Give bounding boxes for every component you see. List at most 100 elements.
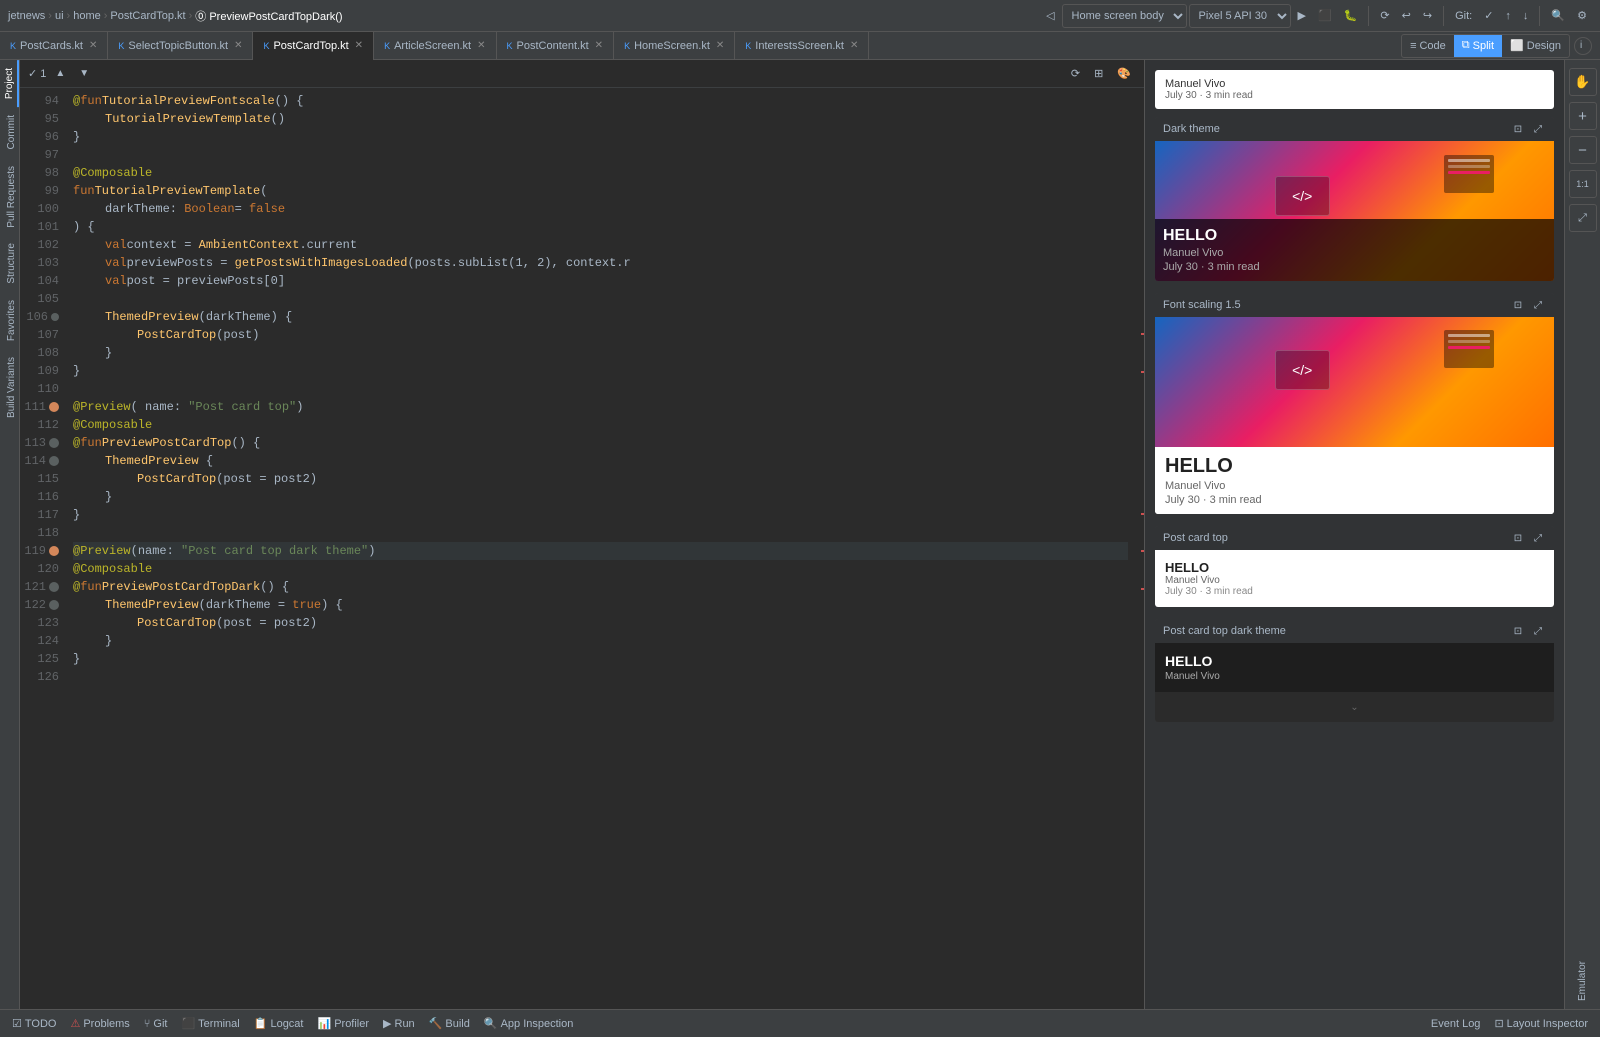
zoom-in-btn[interactable]: + (1569, 102, 1597, 130)
logcat-icon: 📋 (254, 1017, 268, 1030)
attach-btn[interactable]: 🐛 (1339, 7, 1363, 24)
sync-btn[interactable]: ⟳ (1375, 7, 1394, 24)
code-lines[interactable]: @fun TutorialPreviewFontscale() { Tutori… (65, 88, 1136, 1009)
run-up-btn[interactable]: ▲ (50, 66, 70, 81)
font-scaling-save-btn[interactable]: ⊡ (1510, 297, 1526, 313)
post-card-top-save-btn[interactable]: ⊡ (1510, 530, 1526, 546)
todo-btn[interactable]: ☑ TODO (8, 1015, 60, 1032)
structure-label[interactable]: Structure (0, 235, 19, 292)
marker-2 (1141, 371, 1144, 373)
font-scaling-card-image: </> (1155, 317, 1554, 447)
tab-homescreen-label: HomeScreen.kt (634, 40, 710, 52)
tab-postcards-close[interactable]: ✕ (89, 40, 97, 51)
zoom-reset-btn[interactable]: 1:1 (1569, 170, 1597, 198)
zoom-out-btn[interactable]: − (1569, 136, 1597, 164)
tab-postcardtop-close[interactable]: ✕ (355, 40, 363, 51)
tab-postcontent[interactable]: K PostContent.kt ✕ (497, 32, 615, 60)
undo-btn[interactable]: ↩ (1397, 7, 1416, 24)
profiler-btn[interactable]: 📊 Profiler (313, 1015, 373, 1032)
layout-inspector-btn[interactable]: ⊡ Layout Inspector (1490, 1015, 1592, 1032)
build-btn[interactable]: 🔨 Build (425, 1015, 474, 1032)
redo-btn[interactable]: ↪ (1418, 7, 1437, 24)
fit-screen-btn[interactable]: ⤢ (1569, 204, 1597, 232)
code-line-121: @fun PreviewPostCardTopDark() { (73, 578, 1128, 596)
font-scaling-label: Font scaling 1.5 (1163, 299, 1241, 311)
view-split-btn[interactable]: ⧉ Split (1454, 35, 1502, 57)
hand-tool-btn[interactable]: ✋ (1569, 68, 1597, 96)
tab-article[interactable]: K ArticleScreen.kt ✕ (374, 32, 496, 60)
preview-card-font-scaling: Font scaling 1.5 ⊡ ⤢ </> (1155, 293, 1554, 514)
stop-btn[interactable]: ⬛ (1313, 7, 1337, 24)
status-bar: ☑ TODO ⚠ Problems ⑂ Git ⬛ Terminal 📋 Log… (0, 1009, 1600, 1037)
favorites-label[interactable]: Favorites (0, 292, 19, 349)
tab-postcardtop[interactable]: K PostCardTop.kt ✕ (253, 32, 374, 60)
post-card-dark-expand-btn[interactable]: ⤢ (1530, 623, 1546, 639)
refresh-preview-btn[interactable]: ⟳ (1066, 65, 1085, 82)
settings-btn[interactable]: ⚙ (1572, 7, 1592, 24)
design-icon: ⬜ (1510, 39, 1524, 52)
search-btn[interactable]: 🔍 (1546, 7, 1570, 24)
info-btn[interactable]: i (1574, 37, 1592, 55)
device-selector[interactable]: Pixel 5 API 30 (1189, 4, 1291, 28)
logcat-btn[interactable]: 📋 Logcat (250, 1015, 308, 1032)
tab-selecttopic[interactable]: K SelectTopicButton.kt ✕ (108, 32, 253, 60)
tab-selecttopic-close[interactable]: ✕ (234, 40, 242, 51)
paint-btn[interactable]: 🎨 (1112, 65, 1136, 82)
terminal-btn[interactable]: ⬛ Terminal (177, 1015, 243, 1032)
view-code-btn[interactable]: ≡ Code (1402, 35, 1454, 57)
project-panel-label[interactable]: Project (0, 60, 19, 107)
tab-interestsscreen-close[interactable]: ✕ (850, 40, 858, 51)
tab-homescreen[interactable]: K HomeScreen.kt ✕ (614, 32, 735, 60)
pull-requests-label[interactable]: Pull Requests (0, 158, 19, 236)
post-card-top-expand-btn[interactable]: ⤢ (1530, 530, 1546, 546)
git-status-btn[interactable]: ⑂ Git (140, 1016, 172, 1032)
git-pull-btn[interactable]: ↓ (1518, 8, 1534, 24)
tab-postcards[interactable]: K PostCards.kt ✕ (0, 32, 108, 60)
run-status-btn[interactable]: ▶ Run (379, 1015, 419, 1032)
tab-postcardtop-icon: K (263, 41, 269, 51)
git-push-btn[interactable]: ↑ (1500, 8, 1516, 24)
font-scaling-card-body: </> HELLO Manuel Vivo July 30 · 3 min re… (1155, 317, 1554, 514)
preview-selector[interactable]: Home screen body (1062, 4, 1187, 28)
tab-selecttopic-label: SelectTopicButton.kt (128, 40, 228, 52)
font-scaling-title: HELLO (1165, 455, 1544, 478)
build-label: Build (445, 1018, 469, 1030)
font-scaling-expand-btn[interactable]: ⤢ (1530, 297, 1546, 313)
tab-homescreen-close[interactable]: ✕ (716, 40, 724, 51)
view-design-btn[interactable]: ⬜ Design (1502, 35, 1569, 57)
emulator-label[interactable]: Emulator (1577, 961, 1588, 1001)
terminal-label: Terminal (198, 1018, 240, 1030)
main-layout: Project Commit Pull Requests Structure F… (0, 60, 1600, 1009)
commit-panel-label[interactable]: Commit (0, 107, 19, 157)
breadcrumb: jetnews › ui › home › PostCardTop.kt › ⓪… (8, 8, 343, 24)
code-line-102: val context = AmbientContext.current (73, 236, 1128, 254)
post-card-simple-date: July 30 · 3 min read (1165, 586, 1544, 597)
code-line-112: @Composable (73, 416, 1128, 434)
problems-btn[interactable]: ⚠ Problems (66, 1015, 133, 1032)
git-commit-btn[interactable]: ✓ (1479, 7, 1498, 24)
event-log-btn[interactable]: Event Log (1427, 1015, 1485, 1032)
build-variants-label[interactable]: Build Variants (0, 349, 19, 426)
breadcrumb-ui[interactable]: ui (55, 10, 64, 22)
code-line-117: } (73, 506, 1128, 524)
tab-interestsscreen[interactable]: K InterestsScreen.kt ✕ (735, 32, 869, 60)
post-card-top-label: Post card top (1163, 532, 1228, 544)
tab-postcontent-close[interactable]: ✕ (595, 40, 603, 51)
breadcrumb-function[interactable]: ⓪ PreviewPostCardTopDark() (195, 8, 342, 24)
app-inspection-btn[interactable]: 🔍 App Inspection (480, 1015, 577, 1032)
dark-theme-expand-btn[interactable]: ⤢ (1530, 121, 1546, 137)
run-down-btn[interactable]: ▼ (74, 66, 94, 81)
grid-view-btn[interactable]: ⊞ (1089, 65, 1108, 82)
breadcrumb-jetnews[interactable]: jetnews (8, 10, 45, 22)
back-btn[interactable]: ◁ (1041, 7, 1059, 24)
post-card-dark-save-btn[interactable]: ⊡ (1510, 623, 1526, 639)
git-status-label: Git (153, 1018, 167, 1030)
tab-article-close[interactable]: ✕ (477, 40, 485, 51)
run-btn[interactable]: ▶ (1293, 7, 1311, 24)
dark-theme-save-btn[interactable]: ⊡ (1510, 121, 1526, 137)
code-line-115: PostCardTop(post = post2) (73, 470, 1128, 488)
app-inspection-icon: 🔍 (484, 1017, 498, 1030)
code-line-123: PostCardTop(post = post2) (73, 614, 1128, 632)
breadcrumb-file[interactable]: PostCardTop.kt (110, 10, 185, 22)
breadcrumb-home[interactable]: home (73, 10, 101, 22)
